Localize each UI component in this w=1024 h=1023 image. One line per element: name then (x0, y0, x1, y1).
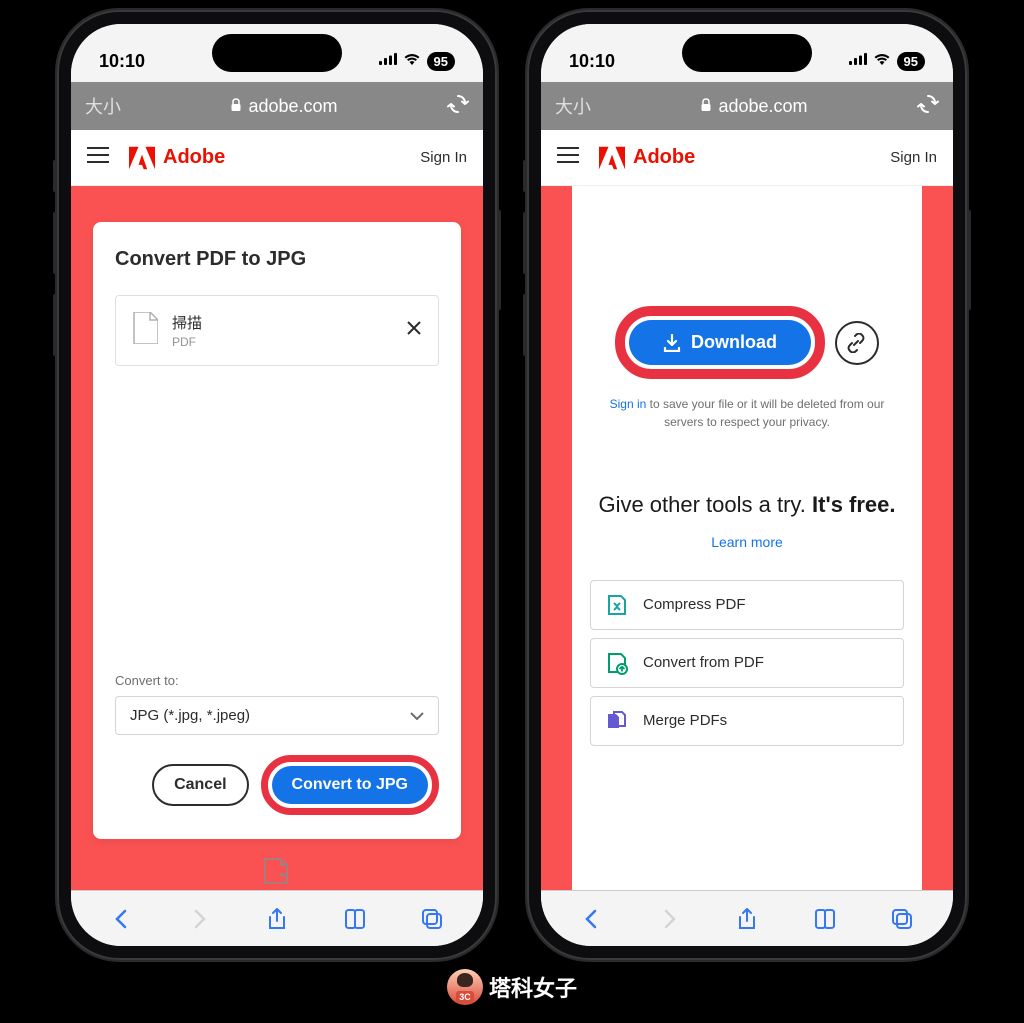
tabs-button[interactable] (880, 907, 924, 931)
lock-icon (230, 96, 242, 117)
tool-label: Convert from PDF (643, 654, 764, 671)
format-selected-value: JPG (*.jpg, *.jpeg) (130, 707, 250, 724)
adobe-logo[interactable]: Adobe (129, 146, 420, 170)
file-name: 掃描 (172, 312, 392, 333)
dynamic-island (212, 34, 342, 72)
chevron-down-icon (410, 707, 424, 724)
convert-to-label: Convert to: (115, 673, 439, 688)
cellular-signal-icon (379, 52, 397, 70)
download-button[interactable]: Download (629, 320, 811, 365)
phone-hardware-button-right (967, 210, 971, 310)
safari-address-bar[interactable]: 大小 adobe.com (541, 82, 953, 130)
sign-in-link[interactable]: Sign In (890, 149, 937, 166)
format-select[interactable]: JPG (*.jpg, *.jpeg) (115, 696, 439, 735)
adobe-logo-icon (599, 146, 625, 170)
cancel-button[interactable]: Cancel (152, 764, 248, 806)
adobe-header: Adobe Sign In (541, 130, 953, 186)
convert-from-pdf-icon (605, 651, 629, 675)
phone-left: 10:10 95 大小 (57, 10, 497, 960)
battery-percent: 95 (434, 54, 448, 69)
wifi-icon (403, 52, 421, 70)
url-domain: adobe.com (718, 96, 807, 117)
share-button[interactable] (255, 907, 299, 931)
forward-button[interactable] (647, 907, 691, 931)
adobe-header: Adobe Sign In (71, 130, 483, 186)
safari-toolbar (541, 890, 953, 946)
status-time: 10:10 (569, 51, 639, 72)
forward-button[interactable] (177, 907, 221, 931)
safari-toolbar (71, 890, 483, 946)
compress-pdf-icon (605, 593, 629, 617)
watermark-avatar-icon: 3C (447, 969, 483, 1005)
sign-in-link[interactable]: Sign In (420, 149, 467, 166)
copy-link-button[interactable] (835, 321, 879, 365)
battery-indicator: 95 (427, 52, 455, 71)
text-size-button[interactable]: 大小 (85, 93, 121, 119)
card-title: Convert PDF to JPG (115, 248, 439, 271)
annotation-highlight: Convert to JPG (261, 755, 439, 815)
refresh-button[interactable] (917, 93, 939, 120)
share-button[interactable] (725, 907, 769, 931)
phone-right: 10:10 95 大小 (527, 10, 967, 960)
file-icon (132, 312, 158, 349)
bookmarks-button[interactable] (333, 907, 377, 931)
result-column: Download Sign in to save your file or it… (572, 186, 922, 890)
tool-merge-pdfs[interactable]: Merge PDFs (590, 696, 904, 746)
back-button[interactable] (570, 907, 614, 931)
file-type: PDF (172, 335, 392, 349)
hamburger-menu-icon[interactable] (87, 146, 109, 169)
lock-icon (700, 96, 712, 117)
bookmarks-button[interactable] (803, 907, 847, 931)
wifi-icon (873, 52, 891, 70)
learn-more-link[interactable]: Learn more (711, 534, 783, 550)
adobe-logo-text: Adobe (163, 146, 225, 169)
merge-pdfs-icon (605, 709, 629, 733)
tabs-button[interactable] (410, 907, 454, 931)
safari-address-bar[interactable]: 大小 adobe.com (71, 82, 483, 130)
tool-label: Compress PDF (643, 596, 746, 613)
adobe-logo-icon (129, 146, 155, 170)
undo-area (93, 857, 461, 890)
refresh-button[interactable] (447, 93, 469, 120)
download-icon (663, 334, 681, 352)
hamburger-menu-icon[interactable] (557, 146, 579, 169)
annotation-highlight: Download (615, 306, 825, 379)
phone-hardware-button-right (497, 210, 501, 310)
watermark-text: 塔科女子 (489, 971, 577, 1003)
file-entry: 掃描 PDF (115, 295, 439, 366)
phone-hardware-buttons-left (523, 160, 527, 376)
convert-card: Convert PDF to JPG 掃描 PDF (93, 222, 461, 839)
promo-heading: Give other tools a try. It's free. (598, 491, 895, 520)
dynamic-island (682, 34, 812, 72)
status-time: 10:10 (99, 51, 169, 72)
tool-list: Compress PDF Convert from PDF Merge PDFs (590, 580, 904, 746)
convert-button[interactable]: Convert to JPG (272, 766, 428, 804)
sign-in-inline-link[interactable]: Sign in (610, 397, 647, 411)
download-label: Download (691, 332, 777, 353)
adobe-logo[interactable]: Adobe (599, 146, 890, 170)
battery-percent: 95 (904, 54, 918, 69)
privacy-note: Sign in to save your file or it will be … (597, 395, 897, 431)
remove-file-button[interactable] (406, 319, 422, 342)
cellular-signal-icon (849, 52, 867, 70)
text-size-button[interactable]: 大小 (555, 93, 591, 119)
adobe-logo-text: Adobe (633, 146, 695, 169)
tool-convert-from-pdf[interactable]: Convert from PDF (590, 638, 904, 688)
tool-label: Merge PDFs (643, 712, 727, 729)
phone-hardware-buttons-left (53, 160, 57, 376)
back-button[interactable] (100, 907, 144, 931)
link-icon (847, 333, 867, 353)
watermark: 3C 塔科女子 (447, 969, 577, 1005)
url-domain: adobe.com (248, 96, 337, 117)
tool-compress-pdf[interactable]: Compress PDF (590, 580, 904, 630)
battery-indicator: 95 (897, 52, 925, 71)
